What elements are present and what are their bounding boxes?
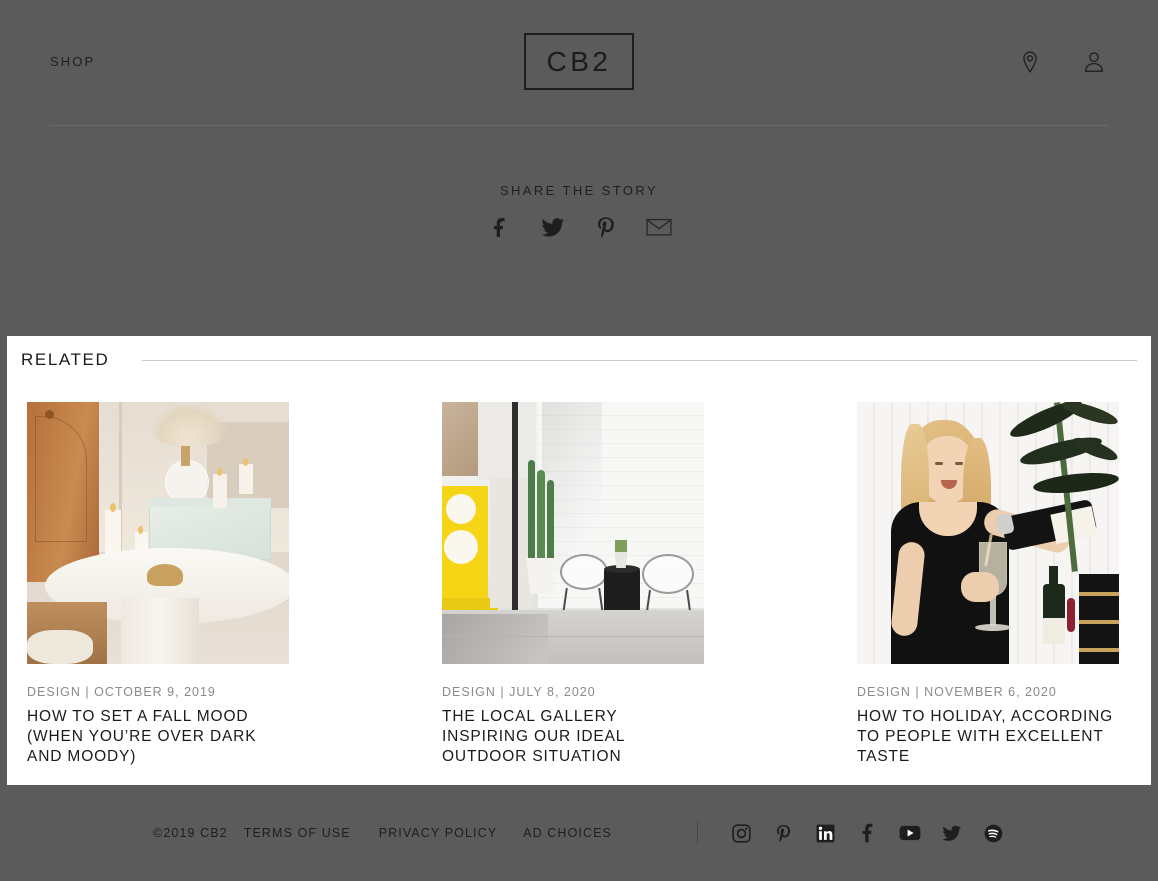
copyright-text: ©2019 CB2 xyxy=(153,826,228,840)
share-icon-group xyxy=(0,215,1158,239)
privacy-policy-link[interactable]: PRIVACY POLICY xyxy=(379,826,497,840)
twitter-icon[interactable] xyxy=(538,215,568,239)
footer-link-group: ©2019 CB2 TERMS OF USE PRIVACY POLICY AD… xyxy=(153,826,612,840)
share-title: SHARE THE STORY xyxy=(499,183,659,198)
card-image[interactable] xyxy=(27,402,289,664)
site-footer: ©2019 CB2 TERMS OF USE PRIVACY POLICY AD… xyxy=(0,785,1158,881)
linkedin-icon[interactable] xyxy=(815,822,837,844)
pinterest-icon[interactable] xyxy=(591,215,621,239)
card-image[interactable] xyxy=(857,402,1119,664)
site-header: SHOP CB2 xyxy=(0,0,1158,126)
ad-choices-link[interactable]: AD CHOICES xyxy=(523,826,612,840)
pinterest-icon[interactable] xyxy=(773,822,795,844)
card-image[interactable] xyxy=(442,402,704,664)
header-icon-group xyxy=(1016,48,1108,76)
store-locator-icon[interactable] xyxy=(1016,48,1044,76)
shop-nav-link[interactable]: SHOP xyxy=(50,54,95,69)
related-card[interactable]: DESIGN | JULY 8, 2020 THE LOCAL GALLERY … xyxy=(442,402,704,767)
terms-of-use-link[interactable]: TERMS OF USE xyxy=(244,826,351,840)
card-heading: HOW TO HOLIDAY, ACCORDING TO PEOPLE WITH… xyxy=(857,708,1114,765)
cb2-logo[interactable]: CB2 xyxy=(524,33,634,90)
related-divider xyxy=(142,359,1137,361)
card-heading: HOW TO SET A FALL MOOD (WHEN YOU’RE OVER… xyxy=(27,708,257,765)
instagram-icon[interactable] xyxy=(731,822,753,844)
related-card[interactable]: DESIGN | NOVEMBER 6, 2020 HOW TO HOLIDAY… xyxy=(857,402,1119,767)
youtube-icon[interactable] xyxy=(899,822,921,844)
related-header: RELATED xyxy=(21,350,1137,370)
facebook-icon[interactable] xyxy=(485,215,515,239)
related-section: RELATED DESIGN | OCTOBER 9, 2019 HOW TO … xyxy=(7,336,1151,785)
cb2-article-page: SHOP CB2 SHARE THE STORY RELATED DESIGN … xyxy=(0,0,1158,881)
footer-social-group xyxy=(731,822,1005,844)
related-title: RELATED xyxy=(21,350,110,369)
card-heading: THE LOCAL GALLERY INSPIRING OUR IDEAL OU… xyxy=(442,708,625,765)
spotify-icon[interactable] xyxy=(983,822,1005,844)
header-divider xyxy=(50,125,1108,126)
card-meta: DESIGN | OCTOBER 9, 2019 xyxy=(27,685,216,699)
account-icon[interactable] xyxy=(1080,48,1108,76)
related-card[interactable]: DESIGN | OCTOBER 9, 2019 HOW TO SET A FA… xyxy=(27,402,289,767)
related-card-list: DESIGN | OCTOBER 9, 2019 HOW TO SET A FA… xyxy=(27,402,1131,767)
logo-text: CB2 xyxy=(546,45,612,77)
card-meta: DESIGN | JULY 8, 2020 xyxy=(442,685,596,699)
twitter-icon[interactable] xyxy=(941,822,963,844)
email-icon[interactable] xyxy=(644,215,674,239)
facebook-icon[interactable] xyxy=(857,822,879,844)
card-meta: DESIGN | NOVEMBER 6, 2020 xyxy=(857,685,1057,699)
footer-divider xyxy=(696,822,698,844)
share-the-story-section: SHARE THE STORY xyxy=(0,183,1158,239)
